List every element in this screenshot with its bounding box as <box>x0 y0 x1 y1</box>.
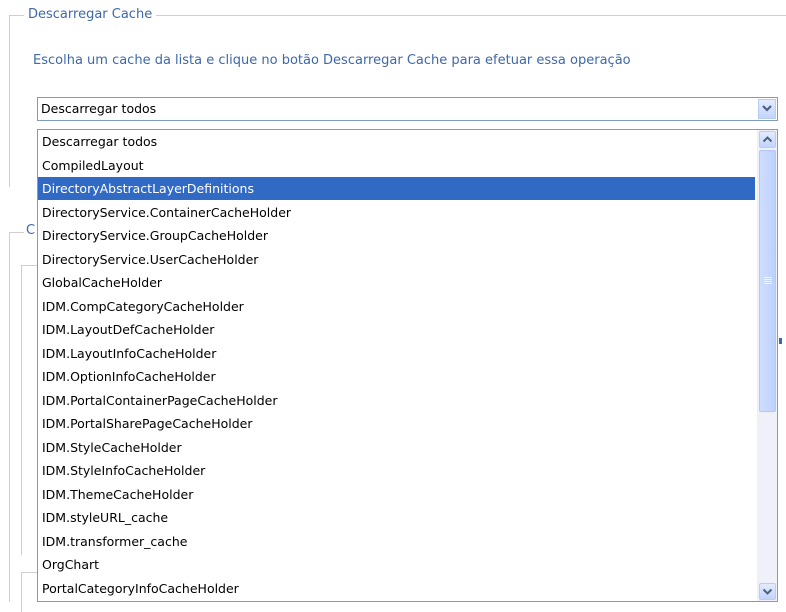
dropdown-scrollbar[interactable] <box>757 130 777 601</box>
hidden-content-fragment <box>779 338 782 344</box>
group-legend: Descarregar Cache <box>24 6 157 24</box>
dropdown-option[interactable]: IDM.PortalContainerPageCacheHolder <box>38 389 755 412</box>
dropdown-option[interactable]: DirectoryService.UserCacheHolder <box>38 248 755 271</box>
dropdown-option[interactable]: Descarregar todos <box>38 130 755 153</box>
thumb-grip-line <box>764 279 772 280</box>
select-dropdown-button[interactable] <box>758 99 776 119</box>
inner-group-border <box>21 265 37 555</box>
scroll-down-button[interactable] <box>759 583 776 600</box>
inner-group-border-lower <box>21 572 37 612</box>
scroll-up-button[interactable] <box>759 131 776 148</box>
group2-legend: C <box>24 222 38 240</box>
dropdown-option[interactable]: IDM.CompCategoryCacheHolder <box>38 295 755 318</box>
chevron-up-icon <box>762 136 773 143</box>
thumb-grip-line <box>764 277 772 278</box>
dropdown-option[interactable]: DirectoryAbstractLayerDefinitions <box>38 177 755 200</box>
dropdown-option[interactable]: PortalCategoryInfoCacheHolder <box>38 577 755 600</box>
dropdown-option[interactable]: GlobalCacheHolder <box>38 271 755 294</box>
chevron-down-icon <box>762 588 773 595</box>
chevron-down-icon <box>762 105 772 112</box>
dropdown-option[interactable]: IDM.ThemeCacheHolder <box>38 483 755 506</box>
group-description: Escolha um cache da lista e clique no bo… <box>33 53 631 68</box>
dropdown-option[interactable]: IDM.StyleCacheHolder <box>38 436 755 459</box>
dropdown-option[interactable]: DirectoryService.ContainerCacheHolder <box>38 201 755 224</box>
thumb-grip-line <box>764 281 772 282</box>
dropdown-option[interactable]: OrgChart <box>38 553 755 576</box>
dropdown-option[interactable]: DirectoryService.GroupCacheHolder <box>38 224 755 247</box>
dropdown-option[interactable]: IDM.transformer_cache <box>38 530 755 553</box>
dropdown-option[interactable]: IDM.LayoutInfoCacheHolder <box>38 342 755 365</box>
dropdown-option[interactable]: IDM.styleURL_cache <box>38 506 755 529</box>
dropdown-option[interactable]: IDM.LayoutDefCacheHolder <box>38 318 755 341</box>
thumb-grip-line <box>764 283 772 284</box>
dropdown-option[interactable]: CompiledLayout <box>38 154 755 177</box>
dropdown-option[interactable]: IDM.PortalSharePageCacheHolder <box>38 412 755 435</box>
cache-select-value: Descarregar todos <box>41 101 157 116</box>
cache-dropdown-list[interactable]: Descarregar todos CompiledLayout Directory… <box>37 129 778 602</box>
dropdown-option[interactable]: IDM.StyleInfoCacheHolder <box>38 459 755 482</box>
cache-select[interactable]: Descarregar todos <box>37 97 778 121</box>
scrollbar-thumb[interactable] <box>759 150 776 412</box>
dropdown-option[interactable]: IDM.OptionInfoCacheHolder <box>38 365 755 388</box>
